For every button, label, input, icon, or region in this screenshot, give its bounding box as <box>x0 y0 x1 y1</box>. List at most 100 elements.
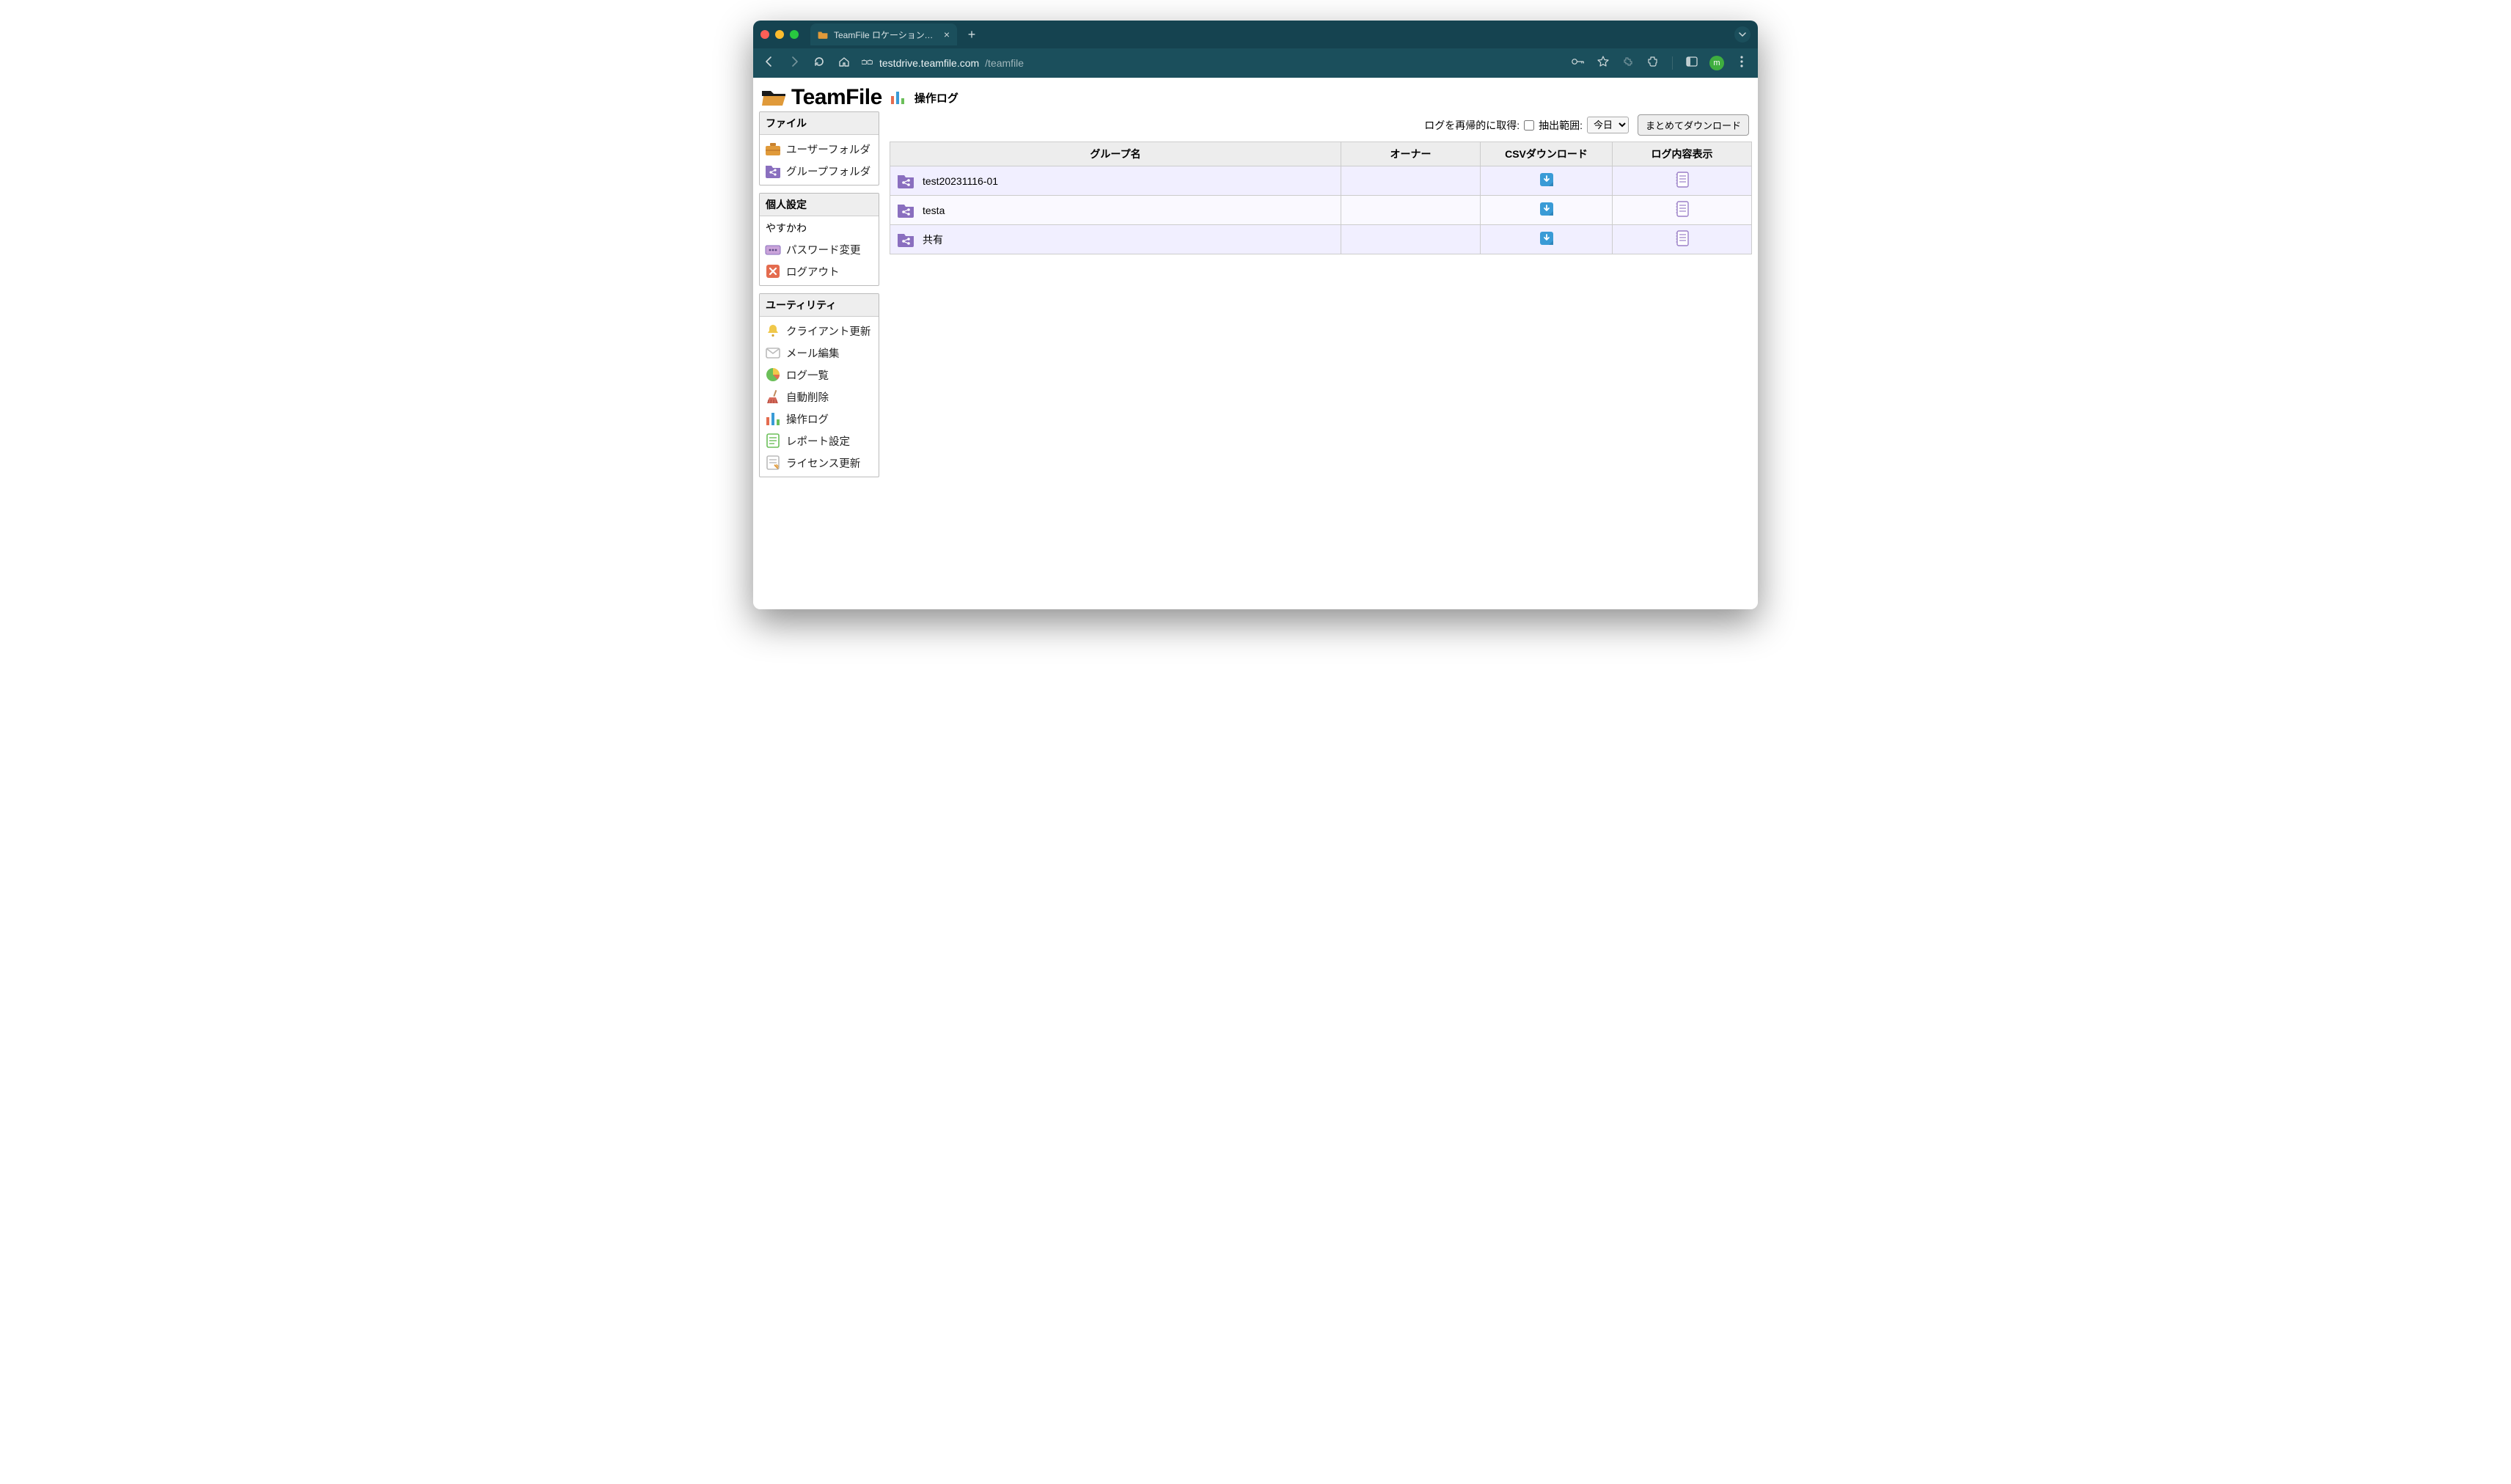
cell-group-name[interactable]: test20231116-01 <box>890 166 1341 196</box>
file-panel: ファイル ユーザーフォルダ グループフォルダ <box>759 111 879 186</box>
th-owner: オーナー <box>1341 142 1481 166</box>
url-host: testdrive.teamfile.com <box>879 57 979 69</box>
sidebar-item-license-update[interactable]: ライセンス更新 <box>764 452 874 474</box>
titlebar: TeamFile ロケーションメニュー × + <box>753 21 1758 48</box>
sidebar-item-label: ライセンス更新 <box>786 455 860 471</box>
share-folder-icon <box>896 231 915 249</box>
sidebar-item-operation-log[interactable]: 操作ログ <box>764 408 874 430</box>
cell-group-name[interactable]: 共有 <box>890 225 1341 254</box>
brand-logo[interactable]: TeamFile <box>760 85 882 110</box>
section-title: 操作ログ <box>914 90 958 106</box>
tabs-dropdown-button[interactable] <box>1734 26 1751 43</box>
log-view-button[interactable] <box>1674 171 1690 188</box>
forward-button[interactable] <box>787 56 802 71</box>
share-folder-icon <box>896 172 915 190</box>
share-folder-icon <box>764 162 782 180</box>
cell-log <box>1613 196 1752 225</box>
share-folder-icon <box>896 202 915 219</box>
cell-csv <box>1481 196 1613 225</box>
log-view-button[interactable] <box>1674 229 1690 247</box>
extensions-indicator-icon[interactable] <box>1621 56 1635 70</box>
browser-tab[interactable]: TeamFile ロケーションメニュー × <box>810 23 957 45</box>
th-csv: CSVダウンロード <box>1481 142 1613 166</box>
log-view-button[interactable] <box>1674 200 1690 218</box>
logout-icon <box>764 262 782 280</box>
bell-icon <box>764 322 782 339</box>
sidebar-item-mail-edit[interactable]: メール編集 <box>764 342 874 364</box>
reload-button[interactable] <box>812 56 826 71</box>
license-icon <box>764 454 782 471</box>
sidebar-item-label: ログ一覧 <box>786 367 829 383</box>
sidebar: ファイル ユーザーフォルダ グループフォルダ <box>759 111 879 477</box>
username: やすかわ <box>764 219 874 238</box>
kebab-menu-icon[interactable] <box>1734 56 1749 71</box>
recursive-checkbox[interactable] <box>1524 120 1534 131</box>
sidebar-item-label: メール編集 <box>786 345 840 361</box>
address-bar[interactable]: testdrive.teamfile.com/teamfile <box>862 57 1024 70</box>
sidebar-item-client-update[interactable]: クライアント更新 <box>764 320 874 342</box>
group-name: testa <box>923 205 945 216</box>
back-button[interactable] <box>762 56 777 71</box>
site-info-icon[interactable] <box>862 57 873 70</box>
recursive-label: ログを再帰的に取得: <box>1424 118 1520 133</box>
range-label: 抽出範囲: <box>1539 118 1583 133</box>
sidebar-item-label: レポート設定 <box>786 433 850 449</box>
group-name: test20231116-01 <box>923 175 998 187</box>
tab-title: TeamFile ロケーションメニュー <box>834 29 938 41</box>
profile-avatar[interactable]: m <box>1709 56 1724 70</box>
cell-owner <box>1341 166 1481 196</box>
download-all-button[interactable]: まとめてダウンロード <box>1638 114 1749 136</box>
sidebar-item-label: パスワード変更 <box>786 242 861 257</box>
side-panel-icon[interactable] <box>1685 56 1699 70</box>
browser-toolbar: testdrive.teamfile.com/teamfile m <box>753 48 1758 78</box>
cell-csv <box>1481 225 1613 254</box>
sidebar-item-auto-delete[interactable]: 自動削除 <box>764 386 874 408</box>
table-row: testa <box>890 196 1752 225</box>
cell-log <box>1613 166 1752 196</box>
csv-download-button[interactable] <box>1539 230 1555 246</box>
group-name: 共有 <box>923 232 943 247</box>
tab-favicon-icon <box>818 29 828 40</box>
sidebar-item-change-password[interactable]: パスワード変更 <box>764 238 874 260</box>
sidebar-item-label: クライアント更新 <box>786 323 870 339</box>
sidebar-item-label: 操作ログ <box>786 411 829 427</box>
sidebar-item-user-folder[interactable]: ユーザーフォルダ <box>764 138 874 160</box>
csv-download-button[interactable] <box>1539 201 1555 217</box>
sidebar-item-group-folder[interactable]: グループフォルダ <box>764 160 874 182</box>
extensions-icon[interactable] <box>1646 56 1660 71</box>
browser-window: TeamFile ロケーションメニュー × + testdrive.teamfi… <box>753 21 1758 609</box>
log-table: グループ名 オーナー CSVダウンロード ログ内容表示 test20231116… <box>890 142 1752 254</box>
brand-bar: TeamFile 操作ログ <box>753 82 1758 111</box>
utility-panel: ユーティリティ クライアント更新 メール編集 <box>759 293 879 477</box>
cell-owner <box>1341 196 1481 225</box>
home-button[interactable] <box>837 56 851 71</box>
sidebar-item-logout[interactable]: ログアウト <box>764 260 874 282</box>
th-log: ログ内容表示 <box>1613 142 1752 166</box>
main: ログを再帰的に取得: 抽出範囲: 今日 まとめてダウンロード グループ名 オーナ… <box>890 111 1752 254</box>
bars-icon <box>764 410 782 427</box>
new-tab-button[interactable]: + <box>963 27 980 43</box>
key-icon[interactable] <box>1571 56 1586 70</box>
file-panel-title: ファイル <box>760 112 879 135</box>
bookmark-star-icon[interactable] <box>1596 56 1610 71</box>
sidebar-item-label: グループフォルダ <box>786 164 870 179</box>
report-icon <box>764 432 782 449</box>
sidebar-item-label: ユーザーフォルダ <box>786 142 870 157</box>
toolbar-right: m <box>1571 56 1749 71</box>
utility-panel-title: ユーティリティ <box>760 294 879 317</box>
maximize-window-button[interactable] <box>790 30 799 39</box>
sidebar-item-label: ログアウト <box>786 264 840 279</box>
csv-download-button[interactable] <box>1539 172 1555 188</box>
sidebar-item-report-settings[interactable]: レポート設定 <box>764 430 874 452</box>
page: TeamFile 操作ログ ファイル <box>753 78 1758 609</box>
close-window-button[interactable] <box>760 30 769 39</box>
password-icon <box>764 240 782 258</box>
tab-close-icon[interactable]: × <box>944 29 950 40</box>
table-row: test20231116-01 <box>890 166 1752 196</box>
bars-icon <box>890 89 906 106</box>
range-select[interactable]: 今日 <box>1587 117 1629 133</box>
minimize-window-button[interactable] <box>775 30 784 39</box>
cell-group-name[interactable]: testa <box>890 196 1341 225</box>
sidebar-item-log-list[interactable]: ログ一覧 <box>764 364 874 386</box>
brand-text: TeamFile <box>791 85 882 110</box>
